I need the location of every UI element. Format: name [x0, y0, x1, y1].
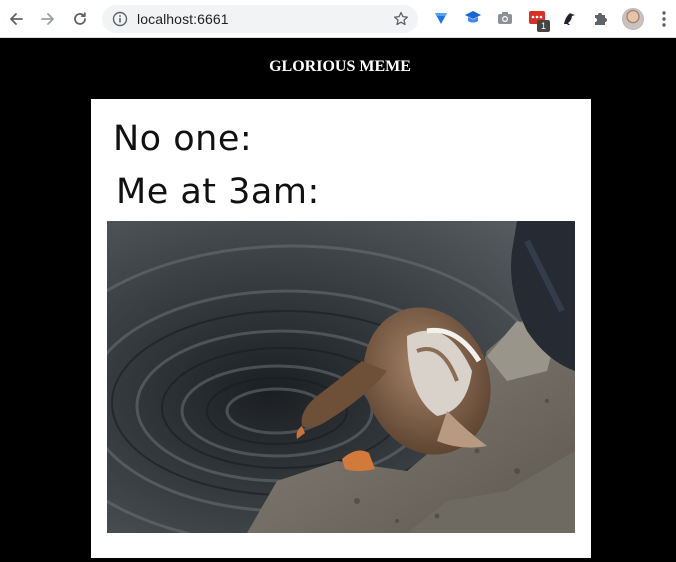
bookmark-star-icon[interactable] — [393, 11, 409, 27]
duck-photo — [107, 221, 575, 533]
extension-badge: 1 — [537, 20, 550, 32]
page-title: GLORIOUS MEME — [269, 58, 411, 75]
kebab-menu-icon[interactable] — [656, 10, 672, 28]
camera-extension-icon[interactable] — [496, 9, 514, 27]
browser-toolbar: localhost:6661 1 — [0, 0, 676, 38]
bird-extension-icon[interactable] — [560, 9, 578, 27]
reload-icon[interactable] — [68, 7, 92, 31]
profile-avatar[interactable] — [622, 8, 644, 30]
address-bar-url[interactable]: localhost:6661 — [137, 11, 229, 27]
graduation-cap-extension-icon[interactable] — [464, 9, 482, 27]
meme-caption-line-2: Me at 3am: — [116, 172, 320, 212]
address-bar[interactable]: localhost:6661 — [102, 5, 418, 33]
back-arrow-icon[interactable] — [4, 7, 28, 31]
forward-arrow-icon[interactable] — [36, 7, 60, 31]
diamond-extension-icon[interactable] — [432, 9, 450, 27]
meme-caption-line-1: No one: — [113, 119, 253, 159]
info-icon[interactable] — [112, 11, 128, 27]
puzzle-extensions-icon[interactable] — [592, 9, 610, 27]
meme-image: No one: Me at 3am: — [91, 99, 591, 558]
